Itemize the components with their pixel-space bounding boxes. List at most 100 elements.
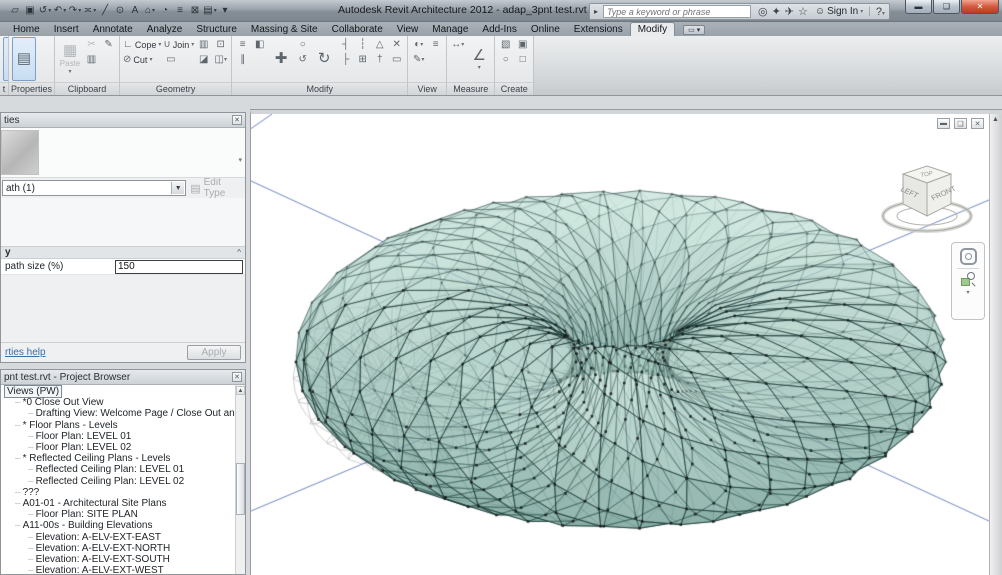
create-parts-icon[interactable]: □ xyxy=(515,52,530,67)
detail-line-icon[interactable]: ╱ xyxy=(98,3,112,18)
mirror-icon[interactable]: ◧ xyxy=(252,37,267,52)
match-type-icon[interactable]: ✎ xyxy=(101,37,116,52)
tab-modify[interactable]: Modify xyxy=(630,22,675,36)
tree-item[interactable]: Reflected Ceiling Plan: LEVEL 02 xyxy=(1,476,245,487)
drawing-area[interactable]: ▬ ❑ ✕ TOP LEFT FRONT ▾ ▲ xyxy=(250,110,1002,575)
properties-palette-button[interactable]: ▤ xyxy=(12,37,36,81)
tree-item[interactable]: A01-01 - Architectural Site Plans xyxy=(1,498,245,509)
subscription-center-icon[interactable]: ✦ xyxy=(772,6,781,18)
scrollbar-thumb[interactable] xyxy=(236,463,245,515)
tree-item[interactable]: Floor Plan: LEVEL 02 xyxy=(1,442,245,453)
tree-item[interactable]: A11-00s - Building Elevations xyxy=(1,520,245,531)
tree-item[interactable]: Elevation: A-ELV-EXT-SOUTH xyxy=(1,554,245,565)
search-icon[interactable]: ◎ xyxy=(758,6,768,18)
tree-item[interactable]: Elevation: A-ELV-EXT-NORTH xyxy=(1,543,245,554)
aligned-dimension-icon[interactable]: ↔▾ xyxy=(450,37,465,52)
close-hidden-windows-icon[interactable]: ⊠ xyxy=(188,3,202,18)
chevron-down-icon[interactable]: ▾ xyxy=(238,156,242,164)
view-restore-button[interactable]: ❑ xyxy=(954,118,967,129)
section-icon[interactable]: ◔ xyxy=(158,3,172,18)
project-browser-title-bar[interactable]: pnt test.rvt - Project Browser ✕ xyxy=(1,370,245,385)
properties-title-bar[interactable]: ties ✕ xyxy=(1,113,245,128)
rotate-small-icon[interactable]: ↺ xyxy=(295,52,310,67)
cut-geometry-button[interactable]: ⊘Cut▾ xyxy=(123,52,152,67)
demolish-icon[interactable]: ⊡ xyxy=(213,37,228,52)
switch-windows-icon[interactable]: ▤▾ xyxy=(203,3,217,18)
tab-insert[interactable]: Insert xyxy=(47,23,86,36)
dimension-icon[interactable]: ≍▾ xyxy=(83,3,97,18)
open-icon[interactable]: ▱ xyxy=(8,3,22,18)
chevron-down-icon[interactable]: ▾ xyxy=(966,289,969,296)
close-icon[interactable]: ✕ xyxy=(232,115,242,125)
maximize-button[interactable]: ❑ xyxy=(933,0,960,14)
tab-analyze[interactable]: Analyze xyxy=(140,23,190,36)
thin-lines-icon[interactable]: ≡ xyxy=(173,3,187,18)
default-3d-view-icon[interactable]: ⌂▾ xyxy=(143,3,157,18)
thin-lines-toggle-icon[interactable]: ≡ xyxy=(428,37,443,52)
wall-joins-icon[interactable]: ▥ xyxy=(196,37,211,52)
tree-item[interactable]: Drafting View: Welcome Page / Close Out … xyxy=(1,408,245,419)
favorites-icon[interactable]: ☆ xyxy=(798,6,808,18)
tab-view[interactable]: View xyxy=(390,23,426,36)
apply-button[interactable]: Apply xyxy=(187,345,241,360)
undo-icon[interactable]: ↶▾ xyxy=(53,3,67,18)
tab-massing-site[interactable]: Massing & Site xyxy=(244,23,325,36)
join-button[interactable]: ∪Join▾ xyxy=(163,37,194,52)
cut-icon[interactable]: ✂ xyxy=(84,37,99,52)
tree-item[interactable]: * Reflected Ceiling Plans - Levels xyxy=(1,453,245,464)
split-face-icon[interactable]: ◫▾ xyxy=(213,52,228,67)
paint-icon[interactable]: ◪ xyxy=(196,52,211,67)
customize-qat-icon[interactable]: ▾ xyxy=(218,3,232,18)
help-button[interactable]: ?▾ xyxy=(876,6,885,18)
paste-button[interactable]: ▦Paste▾ xyxy=(58,37,82,81)
create-group-icon[interactable]: ▧ xyxy=(498,37,513,52)
scale-icon[interactable]: △ xyxy=(372,37,387,52)
type-selector[interactable]: ath (1) ▼ xyxy=(2,180,186,196)
text-icon[interactable]: A xyxy=(128,3,142,18)
tab-add-ins[interactable]: Add-Ins xyxy=(475,23,523,36)
tree-item[interactable]: ??? xyxy=(1,487,245,498)
tree-item[interactable]: Reflected Ceiling Plan: LEVEL 01 xyxy=(1,464,245,475)
chevron-down-icon[interactable]: ▾ xyxy=(860,8,863,15)
rotate-button[interactable]: ↻ xyxy=(312,37,336,81)
trim-icon[interactable]: ┤ xyxy=(338,37,353,52)
parameter-value-field[interactable] xyxy=(115,260,243,274)
view-minimize-button[interactable]: ▬ xyxy=(937,118,950,129)
tab-extensions[interactable]: Extensions xyxy=(567,23,630,36)
tab-annotate[interactable]: Annotate xyxy=(86,23,140,36)
zoom-tool-icon[interactable] xyxy=(961,272,975,286)
split-icon[interactable]: ┆ xyxy=(355,37,370,52)
tree-item[interactable]: Views (PW) xyxy=(1,386,245,397)
tree-item[interactable]: Elevation: A-ELV-EXT-EAST xyxy=(1,532,245,543)
communication-center-icon[interactable]: ✈ xyxy=(785,6,794,18)
extend-icon[interactable]: ├ xyxy=(338,52,353,67)
minimize-button[interactable]: ▬ xyxy=(905,0,932,14)
steering-wheel-icon[interactable] xyxy=(960,248,977,265)
override-graphics-icon[interactable]: ◐▾ xyxy=(411,37,426,52)
tab-home[interactable]: Home xyxy=(6,23,47,36)
collapse-icon[interactable]: ^ xyxy=(237,248,241,257)
tag-icon[interactable]: ⊙ xyxy=(113,3,127,18)
offset-icon[interactable]: ∥ xyxy=(235,52,250,67)
tab-structure[interactable]: Structure xyxy=(189,23,244,36)
close-icon[interactable]: ✕ xyxy=(232,372,242,382)
delete-icon[interactable]: ✕ xyxy=(389,37,404,52)
sign-in-button[interactable]: ☺ Sign In ▾ xyxy=(815,6,863,17)
copy-icon[interactable]: ▥ xyxy=(84,52,99,67)
viewport-right-strip[interactable]: ▲ xyxy=(989,114,1002,575)
save-icon[interactable]: ▣ xyxy=(23,3,37,18)
tree-item[interactable]: Floor Plan: LEVEL 01 xyxy=(1,431,245,442)
infocenter-toggle-icon[interactable]: ▸ xyxy=(594,7,598,16)
chevron-down-icon[interactable]: ▼ xyxy=(171,182,184,194)
measure-button[interactable]: ∠▾ xyxy=(467,37,491,81)
search-input[interactable] xyxy=(603,5,751,18)
copy-tool-icon[interactable]: ○ xyxy=(295,37,310,52)
edit-type-button[interactable]: ▤ Edit Type xyxy=(190,177,244,199)
tab-online[interactable]: Online xyxy=(524,23,567,36)
tree-item[interactable]: * Floor Plans - Levels xyxy=(1,420,245,431)
array-icon[interactable]: ⊞ xyxy=(355,52,370,67)
ribbon-state-toggle[interactable]: ▭▾ xyxy=(683,25,705,35)
scroll-up-icon[interactable]: ▲ xyxy=(236,386,245,395)
parameter-group-header[interactable]: y ^ xyxy=(1,246,245,259)
tab-collaborate[interactable]: Collaborate xyxy=(325,23,390,36)
